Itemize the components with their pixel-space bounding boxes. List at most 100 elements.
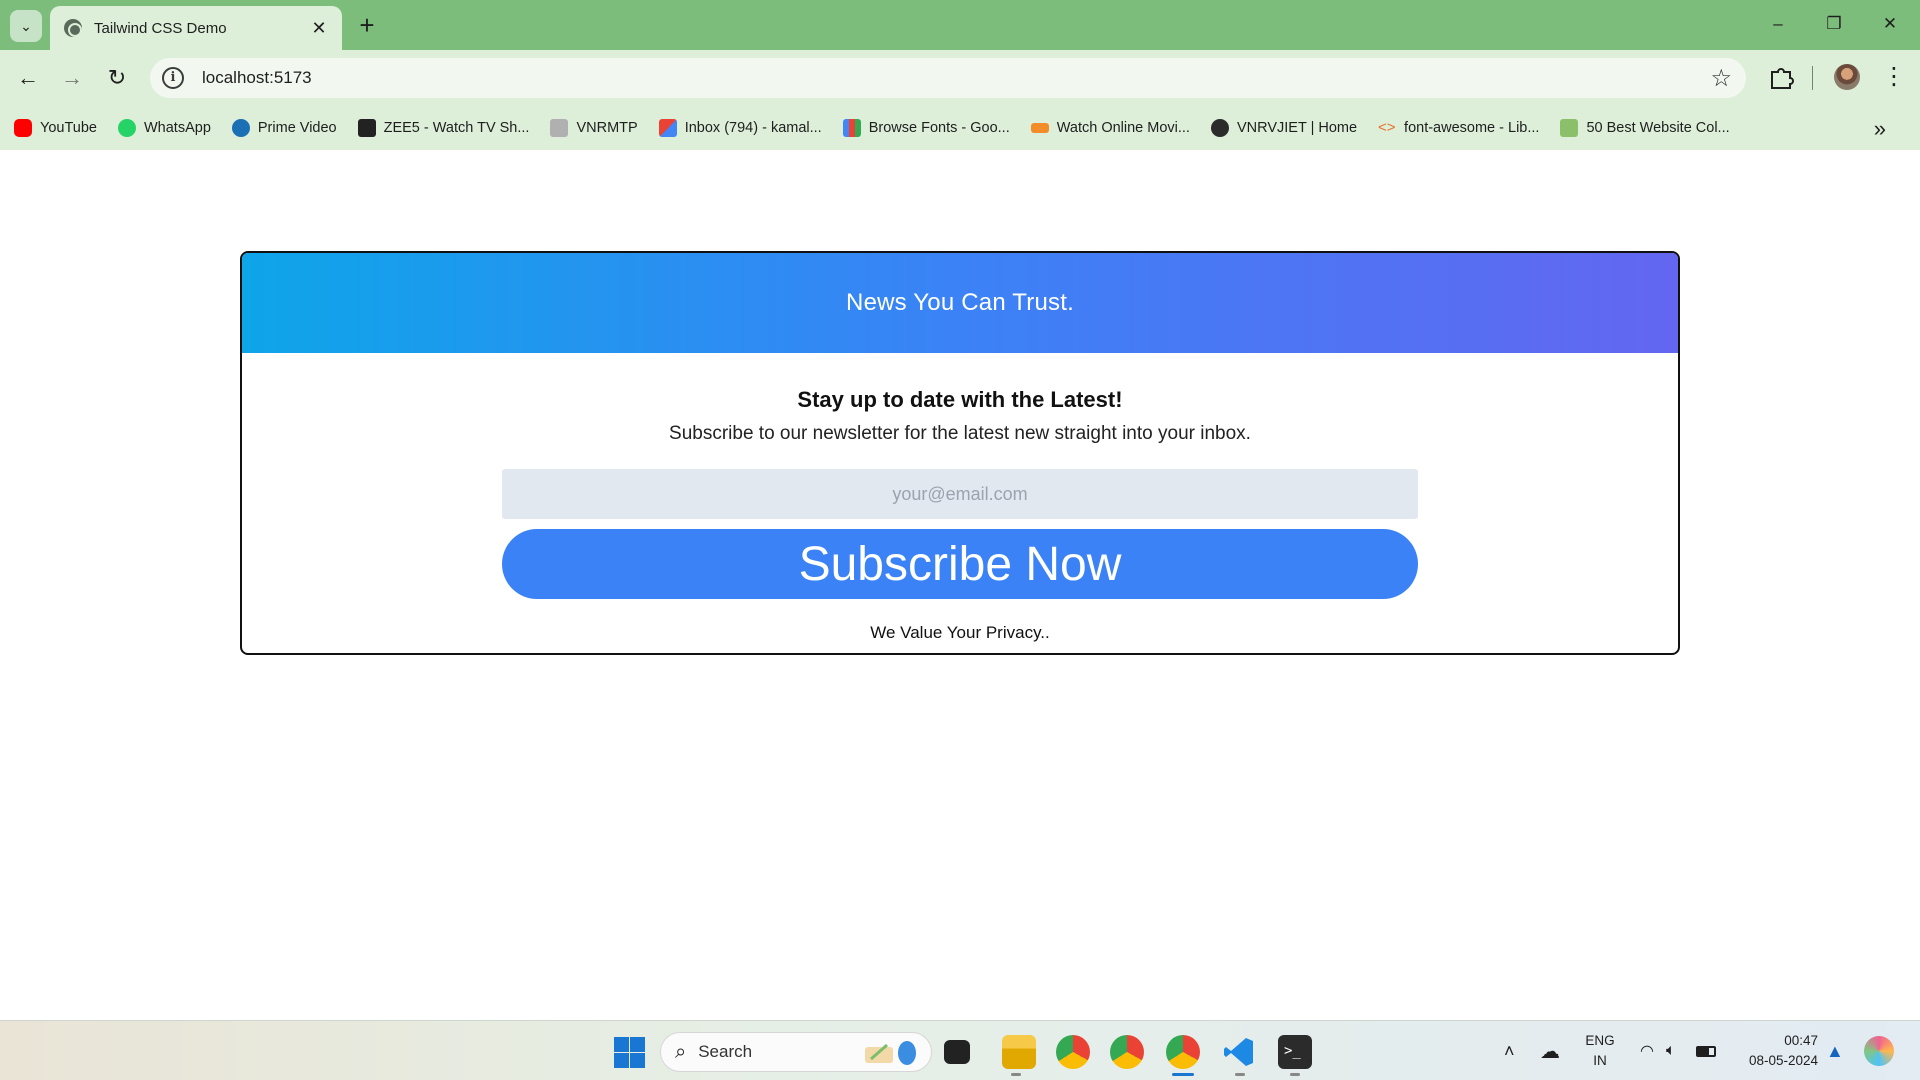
language-code: ENG bbox=[1585, 1033, 1615, 1048]
header-title: News You Can Trust. bbox=[846, 289, 1074, 316]
bookmark-label: font-awesome - Lib... bbox=[1404, 120, 1540, 136]
close-icon[interactable]: ✕ bbox=[308, 18, 330, 39]
windows-logo-pane bbox=[630, 1053, 645, 1068]
battery-level bbox=[1696, 1045, 1716, 1057]
bookmark-movies[interactable]: Watch Online Movi... bbox=[1030, 120, 1190, 136]
google-fonts-icon bbox=[842, 119, 861, 137]
search-icon: ⌕ bbox=[675, 1040, 687, 1063]
terminal-icon[interactable]: >_ bbox=[1278, 1035, 1312, 1069]
running-indicator bbox=[1235, 1073, 1245, 1076]
vscode-icon[interactable] bbox=[1222, 1035, 1256, 1069]
tab-title: Tailwind CSS Demo bbox=[94, 19, 227, 37]
window-close-button[interactable]: ✕ bbox=[1862, 8, 1918, 40]
language-indicator[interactable]: ENG IN bbox=[1580, 1031, 1620, 1071]
clock-date: 08-05-2024 bbox=[1748, 1053, 1818, 1068]
vnrmtp-icon bbox=[550, 119, 569, 137]
card-header: News You Can Trust. bbox=[242, 253, 1678, 353]
more-menu-icon[interactable]: ⋮ bbox=[1882, 62, 1906, 92]
tab-active[interactable]: Tailwind CSS Demo ✕ bbox=[50, 6, 342, 50]
search-label: Search bbox=[698, 1042, 753, 1061]
restore-button[interactable]: ❐ bbox=[1806, 8, 1862, 40]
show-hidden-icons[interactable]: ˄ bbox=[1504, 1021, 1515, 1080]
bookmark-prime-video[interactable]: Prime Video bbox=[231, 119, 337, 137]
whatsapp-icon bbox=[117, 119, 136, 137]
bookmark-label: ZEE5 - Watch TV Sh... bbox=[383, 120, 530, 136]
windows-logo-pane bbox=[614, 1053, 629, 1068]
windows-taskbar: ⌕ Search >_ ˄ ☁ ENG IN ◠ 🔈︎ 00:47 08-05-… bbox=[0, 1020, 1920, 1080]
bookmark-label: YouTube bbox=[40, 120, 97, 136]
copilot-icon[interactable] bbox=[1864, 1036, 1894, 1066]
volume-icon[interactable]: 🔈︎ bbox=[1666, 1021, 1676, 1080]
forward-button[interactable]: → bbox=[56, 62, 88, 94]
taskbar-search[interactable]: ⌕ Search bbox=[660, 1032, 932, 1072]
notification-bell-icon[interactable]: ▲ bbox=[1826, 1021, 1844, 1080]
bookmark-whatsapp[interactable]: WhatsApp bbox=[117, 119, 211, 137]
bookmark-star-icon[interactable]: ☆ bbox=[1710, 64, 1732, 93]
bookmark-label: 50 Best Website Col... bbox=[1586, 120, 1730, 136]
bookmark-font-awesome[interactable]: <> font-awesome - Lib... bbox=[1378, 119, 1539, 137]
region-code: IN bbox=[1593, 1053, 1607, 1068]
youtube-icon bbox=[14, 119, 32, 137]
bookmarks-bar: YouTube WhatsApp Prime Video ZEE5 - Watc… bbox=[0, 106, 1920, 150]
toolbar-divider bbox=[1812, 66, 1813, 90]
newsletter-card: News You Can Trust. Stay up to date with… bbox=[240, 251, 1680, 655]
bookmark-gmail[interactable]: Inbox (794) - kamal... bbox=[658, 119, 822, 137]
windows-logo-icon bbox=[614, 1037, 629, 1052]
bookmark-vnrvjiet[interactable]: VNRVJIET | Home bbox=[1210, 119, 1358, 137]
movie-site-icon bbox=[1030, 123, 1049, 133]
globe-icon bbox=[1210, 119, 1229, 137]
newsletter-heading: Stay up to date with the Latest! bbox=[797, 387, 1123, 412]
page-viewport: News You Can Trust. Stay up to date with… bbox=[0, 150, 1920, 1020]
zee5-icon bbox=[357, 119, 376, 137]
code-icon: <> bbox=[1378, 119, 1396, 136]
bookmark-youtube[interactable]: YouTube bbox=[14, 119, 97, 137]
bookmark-label: Browse Fonts - Goo... bbox=[868, 120, 1010, 136]
browser-chrome: ⌄ Tailwind CSS Demo ✕ + – ❐ ✕ ← → ↻ i lo… bbox=[0, 0, 1920, 150]
bookmark-google-fonts[interactable]: Browse Fonts - Goo... bbox=[842, 119, 1010, 137]
card-body: Stay up to date with the Latest! Subscri… bbox=[242, 353, 1678, 643]
chevron-down-icon: ⌄ bbox=[20, 17, 32, 34]
wifi-icon[interactable]: ◠ bbox=[1640, 1021, 1654, 1080]
windows-logo-pane bbox=[630, 1037, 645, 1052]
search-highlight-icon bbox=[865, 1041, 916, 1065]
privacy-note: We Value Your Privacy.. bbox=[870, 623, 1050, 642]
bookmark-website-colors[interactable]: 50 Best Website Col... bbox=[1560, 119, 1730, 137]
file-explorer-icon[interactable] bbox=[1002, 1035, 1036, 1069]
bookmark-vnrmtp[interactable]: VNRMTP bbox=[550, 119, 638, 137]
bookmarks-overflow-icon[interactable]: » bbox=[1874, 116, 1886, 142]
chrome-profile-icon[interactable] bbox=[1110, 1035, 1144, 1069]
running-indicator bbox=[1011, 1073, 1021, 1076]
profile-avatar[interactable] bbox=[1834, 64, 1860, 90]
subscribe-button[interactable]: Subscribe Now bbox=[502, 529, 1418, 599]
tab-search-button[interactable]: ⌄ bbox=[10, 10, 42, 42]
url-text: localhost:5173 bbox=[202, 68, 312, 87]
battery-icon[interactable] bbox=[1696, 1021, 1716, 1080]
bookmark-label: Prime Video bbox=[257, 120, 337, 136]
address-bar[interactable]: i localhost:5173 ☆ bbox=[150, 58, 1746, 98]
site-info-icon[interactable]: i bbox=[162, 67, 184, 89]
bookmark-label: WhatsApp bbox=[143, 120, 211, 136]
onedrive-cloud-icon[interactable]: ☁ bbox=[1540, 1021, 1560, 1080]
running-indicator bbox=[1290, 1073, 1300, 1076]
email-input[interactable] bbox=[502, 469, 1418, 519]
task-view-icon[interactable] bbox=[944, 1040, 970, 1064]
bookmark-label: Watch Online Movi... bbox=[1056, 120, 1190, 136]
minimize-button[interactable]: – bbox=[1750, 8, 1806, 40]
chrome-icon[interactable] bbox=[1056, 1035, 1090, 1069]
extensions-puzzle-icon[interactable] bbox=[1766, 62, 1796, 92]
bookmark-zee5[interactable]: ZEE5 - Watch TV Sh... bbox=[357, 119, 530, 137]
chrome-active-icon[interactable] bbox=[1166, 1035, 1200, 1069]
newsletter-subtext: Subscribe to our newsletter for the late… bbox=[669, 423, 1251, 444]
new-tab-button[interactable]: + bbox=[352, 10, 382, 40]
system-clock[interactable]: 00:47 08-05-2024 bbox=[1732, 1031, 1818, 1071]
back-button[interactable]: ← bbox=[12, 62, 44, 94]
bookmark-label: Inbox (794) - kamal... bbox=[684, 120, 822, 136]
start-button[interactable] bbox=[612, 1035, 646, 1069]
browser-toolbar: ← → ↻ i localhost:5173 ☆ bbox=[0, 50, 1920, 106]
reload-button[interactable]: ↻ bbox=[101, 62, 133, 94]
globe-icon bbox=[64, 19, 82, 37]
gmail-icon bbox=[658, 119, 677, 137]
bookmark-label: VNRVJIET | Home bbox=[1236, 120, 1358, 136]
clock-time: 00:47 bbox=[1784, 1033, 1818, 1048]
site-d-icon bbox=[1560, 119, 1579, 137]
